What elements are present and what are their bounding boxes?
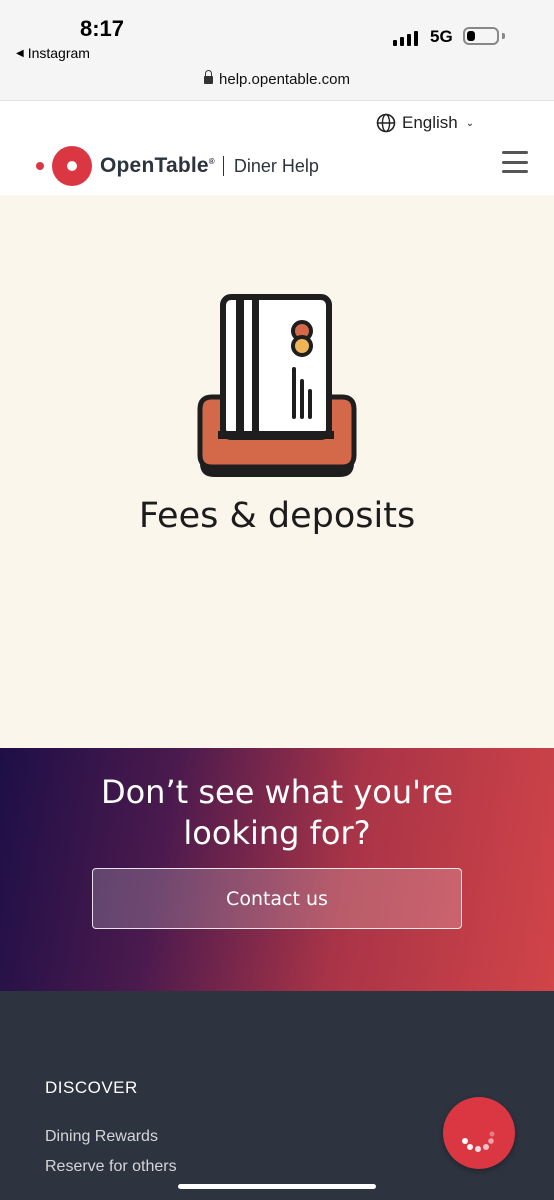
logo-divider	[222, 156, 224, 176]
battery-level	[467, 31, 475, 41]
back-arrow-icon: ◀	[16, 47, 24, 59]
status-time: 8:17	[80, 16, 125, 41]
battery-cap	[502, 33, 505, 39]
url-bar[interactable]: help.opentable.com	[0, 62, 554, 101]
site-header: English ⌄ OpenTable® Diner Help	[0, 101, 554, 195]
contact-us-button[interactable]: Contact us	[92, 868, 462, 929]
footer-link-reserve-for-others[interactable]: Reserve for others	[45, 1158, 177, 1176]
logo-dot	[36, 162, 44, 170]
url-display[interactable]: help.opentable.com	[0, 70, 554, 88]
url-text: help.opentable.com	[219, 71, 350, 88]
footer-link-dining-rewards[interactable]: Dining Rewards	[45, 1128, 158, 1146]
contact-banner: Don’t see what you're looking for? Conta…	[0, 748, 554, 991]
menu-icon[interactable]	[502, 151, 528, 173]
back-to-app-link[interactable]: ◀ Instagram	[16, 45, 90, 61]
back-app-label: Instagram	[27, 45, 90, 61]
contact-banner-title: Don’t see what you're looking for?	[100, 773, 454, 852]
signal-icon	[393, 30, 418, 46]
language-label: English	[402, 113, 458, 132]
category-title[interactable]: Fees & deposits	[0, 496, 554, 536]
home-indicator[interactable]	[178, 1184, 376, 1189]
network-label: 5G	[430, 27, 453, 46]
language-selector[interactable]: English ⌄	[376, 113, 474, 133]
globe-icon	[376, 113, 396, 133]
status-bar: 8:17 ◀ Instagram 5G	[0, 0, 554, 62]
credit-card-in-slot-icon	[196, 293, 358, 484]
opentable-logo[interactable]: OpenTable® Diner Help	[36, 146, 319, 186]
footer-heading-discover: DISCOVER	[45, 1078, 138, 1097]
chevron-down-icon: ⌄	[465, 117, 475, 129]
loading-spinner-icon	[462, 1131, 495, 1152]
lock-icon	[204, 70, 214, 84]
brand-name: OpenTable®	[100, 154, 215, 177]
battery-icon	[463, 27, 499, 45]
logo-ring-icon	[52, 146, 92, 186]
diner-help-label: Diner Help	[233, 155, 319, 176]
chat-button[interactable]	[443, 1097, 515, 1169]
